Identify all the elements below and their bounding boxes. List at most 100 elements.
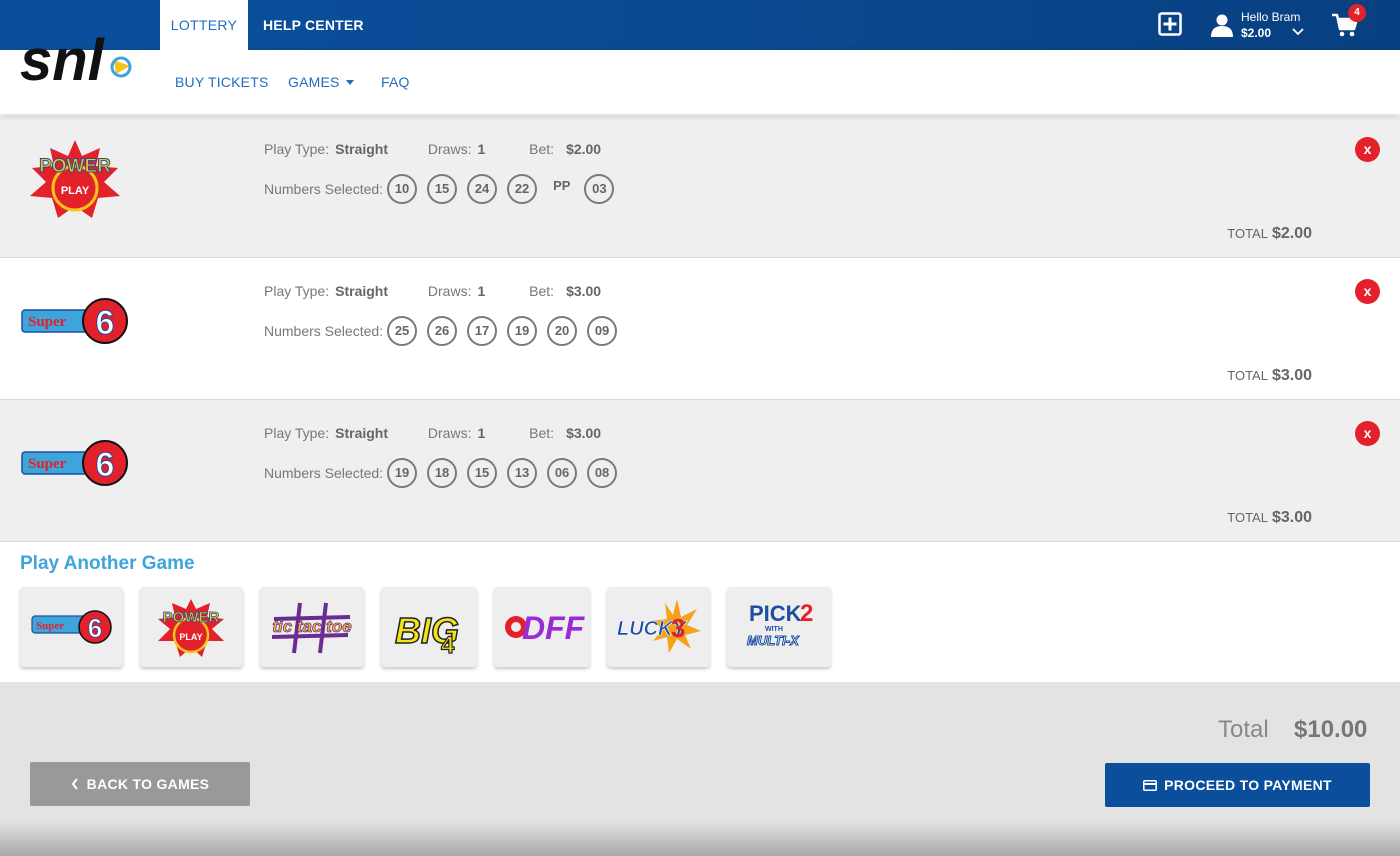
game-card-tic-tac-toe[interactable]: tic tac toe: [260, 587, 364, 667]
pick-2-multi-x-logo: PICK 2 WITH MULTI-X: [747, 600, 814, 649]
proceed-to-payment-button[interactable]: PROCEED TO PAYMENT: [1105, 763, 1370, 807]
nav-games-label: GAMES: [288, 74, 340, 90]
back-to-games-button[interactable]: BACK TO GAMES: [30, 762, 250, 806]
doff-logo: DFF: [505, 610, 586, 646]
power-play-label: PP: [553, 177, 571, 193]
svg-text:tic tac toe: tic tac toe: [272, 617, 351, 636]
tab-help-center[interactable]: HELP CENTER: [263, 0, 364, 50]
draws-label: Draws:: [427, 283, 472, 299]
bet-value: $3.00: [566, 283, 602, 299]
ticket-meta: Play Type: Straight Draws: 1 Bet: $2.00: [264, 141, 601, 157]
tab-lottery[interactable]: LOTTERY: [160, 0, 248, 50]
big-4-logo: BIG 4: [394, 609, 460, 659]
play-type-value: Straight: [335, 141, 389, 157]
remove-ticket-button[interactable]: x: [1355, 421, 1380, 446]
number-ball: 22: [507, 174, 538, 204]
game-card-power-play[interactable]: POWER PLAY: [140, 587, 243, 667]
numbers-selected: Numbers Selected: 10 15 24 22 PP 03: [264, 174, 624, 204]
super-6-logo: Super 6: [31, 610, 112, 644]
svg-text:PICK: PICK: [749, 601, 802, 626]
number-ball: 19: [387, 458, 418, 488]
svg-text:6: 6: [96, 304, 115, 342]
numbers-selected-label: Numbers Selected:: [264, 465, 384, 481]
play-type-value: Straight: [335, 283, 389, 299]
game-card-pick-2[interactable]: PICK 2 WITH MULTI-X: [727, 587, 831, 667]
power-play-logo: POWER PLAY: [30, 140, 120, 218]
svg-text:MULTI-X: MULTI-X: [747, 633, 800, 648]
ticket-total: TOTAL $3.00: [1227, 509, 1312, 527]
grand-total-value: $10.00: [1294, 716, 1368, 743]
numbers-selected-label: Numbers Selected:: [264, 323, 384, 339]
caret-down-icon: [345, 79, 354, 85]
svg-text:PLAY: PLAY: [179, 632, 202, 642]
game-card-lucky-3[interactable]: LUCKY 3: [607, 587, 710, 667]
number-ball: 25: [387, 316, 418, 346]
game-card-doff[interactable]: DFF: [494, 587, 590, 667]
numbers-selected: Numbers Selected: 19 18 15 13 06 08: [264, 458, 627, 488]
super-6-logo: Super 6: [21, 440, 128, 486]
ticket-row: Super 6 Play Type: Straight Draws: 1 Bet: $…: [0, 258, 1400, 400]
chevron-left-icon: [71, 762, 79, 806]
chevron-down-icon[interactable]: [1292, 27, 1304, 37]
bet-value: $3.00: [566, 425, 602, 441]
proceed-to-payment-label: PROCEED TO PAYMENT: [1164, 777, 1332, 793]
remove-ticket-button[interactable]: x: [1355, 137, 1380, 162]
nav-faq[interactable]: FAQ: [381, 50, 410, 114]
number-ball: 08: [587, 458, 618, 488]
svg-text:POWER: POWER: [39, 156, 111, 177]
plus-square-icon[interactable]: [1158, 12, 1182, 36]
nav-buy-tickets[interactable]: BUY TICKETS: [175, 50, 269, 114]
svg-text:DFF: DFF: [522, 610, 586, 646]
ticket-total: TOTAL $2.00: [1227, 225, 1312, 243]
number-ball: 17: [467, 316, 498, 346]
svg-text:6: 6: [88, 613, 102, 643]
number-ball: 20: [547, 316, 578, 346]
draws-label: Draws:: [427, 141, 472, 157]
ticket-row: Super 6 Play Type: Straight Draws: 1 Bet: $…: [0, 400, 1400, 542]
ticket-total-value: $3.00: [1271, 367, 1312, 384]
play-type-value: Straight: [335, 425, 389, 441]
user-icon[interactable]: [1210, 13, 1234, 37]
svg-text:WITH: WITH: [765, 626, 783, 633]
game-card-super-6[interactable]: Super 6: [20, 587, 123, 667]
numbers-selected: Numbers Selected: 25 26 17 19 20 09: [264, 316, 627, 346]
user-balance[interactable]: $2.00: [1241, 26, 1271, 40]
ticket-meta: Play Type: Straight Draws: 1 Bet: $3.00: [264, 283, 601, 299]
number-ball: 06: [547, 458, 578, 488]
play-type-label: Play Type:: [264, 425, 330, 441]
number-ball: 15: [427, 174, 458, 204]
draws-value: 1: [477, 141, 486, 157]
svg-text:Super: Super: [28, 314, 67, 330]
play-type-label: Play Type:: [264, 141, 330, 157]
ticket-total-label: TOTAL: [1227, 226, 1268, 241]
credit-card-icon: [1143, 763, 1158, 807]
game-card-big-4[interactable]: BIG 4: [381, 587, 477, 667]
ticket-total-label: TOTAL: [1227, 510, 1268, 525]
number-ball: 26: [427, 316, 458, 346]
ticket-total-value: $3.00: [1271, 509, 1312, 526]
number-ball: 15: [467, 458, 498, 488]
svg-text:2: 2: [800, 600, 813, 627]
remove-ticket-button[interactable]: x: [1355, 279, 1380, 304]
user-greeting[interactable]: Hello Bram: [1241, 10, 1300, 24]
snl-logo[interactable]: snl: [18, 20, 143, 88]
svg-text:6: 6: [96, 446, 115, 484]
power-play-ball: 03: [584, 174, 615, 204]
svg-text:snl: snl: [20, 28, 106, 88]
svg-text:POWER: POWER: [163, 609, 220, 626]
svg-text:PLAY: PLAY: [61, 185, 90, 197]
tic-tac-toe-logo: tic tac toe: [272, 602, 352, 654]
nav-games[interactable]: GAMES: [288, 50, 354, 114]
number-ball: 13: [507, 458, 538, 488]
ticket-total-label: TOTAL: [1227, 368, 1268, 383]
power-play-logo: POWER PLAY: [158, 599, 224, 657]
ticket-total: TOTAL $3.00: [1227, 367, 1312, 385]
number-ball: 09: [587, 316, 618, 346]
super-6-logo: Super 6: [21, 298, 128, 344]
svg-text:3: 3: [671, 613, 685, 643]
draws-label: Draws:: [427, 425, 472, 441]
bet-value: $2.00: [566, 141, 602, 157]
lucky-3-logo: LUCKY 3: [617, 599, 701, 653]
ticket-total-value: $2.00: [1271, 225, 1312, 242]
back-to-games-label: BACK TO GAMES: [86, 776, 210, 792]
